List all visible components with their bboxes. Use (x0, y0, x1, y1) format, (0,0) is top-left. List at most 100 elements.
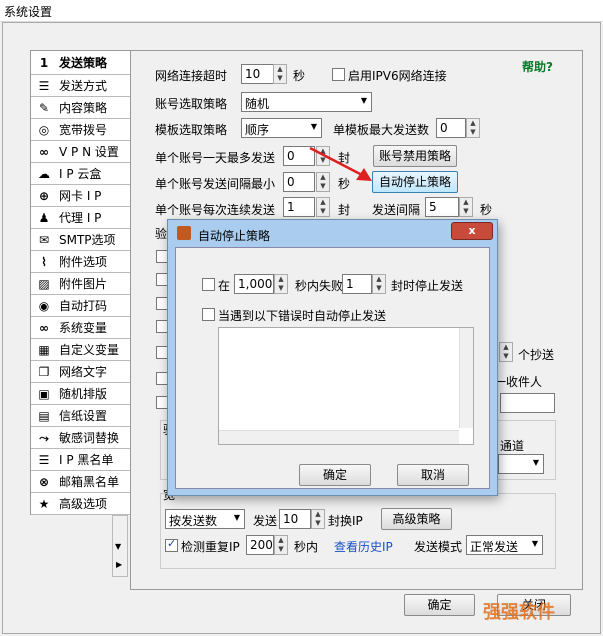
sidebar-item-label: 网卡 I P (59, 189, 102, 203)
layout-icon: ▣ (38, 386, 50, 401)
template-dropdown[interactable]: 顺序 (241, 118, 322, 138)
sidebar-item-label: 发送策略 (59, 56, 108, 70)
account-select-dropdown[interactable]: 随机 (241, 92, 372, 112)
sidebar-item-10[interactable]: ⌇ 附件选项 (31, 251, 131, 273)
timeout-spinner[interactable]: ▲ ▼ (273, 64, 287, 84)
send-interval-input[interactable]: 5 (425, 197, 459, 217)
sidebar-scrollbar[interactable]: ▼ ▶ (112, 515, 128, 577)
channel-dropdown[interactable] (498, 454, 544, 474)
send-interval-spinner[interactable]: ▲ ▼ (459, 197, 473, 217)
paper-icon: ▤ (38, 408, 50, 423)
send-mode-dropdown[interactable]: 正常发送 (466, 535, 543, 555)
template-max-spinner[interactable]: ▲ ▼ (466, 118, 480, 138)
sidebar-item-11[interactable]: ▨ 附件图片 (31, 273, 131, 295)
check-ip-checkbox[interactable] (165, 537, 178, 552)
sidebar-item-3[interactable]: ✎ 内容策略 (31, 97, 131, 119)
fail-count-input[interactable]: 1 (342, 274, 372, 294)
send-mode-count-dropdown[interactable]: 按发送数 (165, 509, 245, 529)
template-label: 模板选取策略 (155, 123, 228, 137)
consecutive-input[interactable]: 1 (283, 197, 315, 217)
network-icon: ⊕ (38, 188, 50, 203)
sidebar-item-6[interactable]: ☁ I P 云盒 (31, 163, 131, 185)
interval-label: 单个账号发送间隔最小 (155, 177, 276, 191)
sidebar-item-label: 宽带拨号 (59, 123, 108, 137)
stop-send-label: 封时停止发送 (391, 279, 464, 293)
error-stop-checkbox[interactable] (202, 308, 215, 321)
list-icon: ☰ (38, 78, 50, 93)
dialog-ok-button[interactable]: 确定 (299, 464, 371, 486)
sidebar-item-8[interactable]: ♟ 代理 I P (31, 207, 131, 229)
sidebar-item-12[interactable]: ◉ 自动打码 (31, 295, 131, 317)
scroll-right-icon[interactable]: ▶ (116, 560, 122, 569)
sidebar-item-15[interactable]: ❐ 网络文字 (31, 361, 131, 383)
error-list-textarea[interactable] (218, 327, 474, 445)
send-count-spinner[interactable]: ▲ ▼ (311, 509, 325, 529)
auto-stop-button[interactable]: 自动停止策略 (372, 171, 458, 193)
partial-label: 验 (155, 227, 168, 241)
textarea-hscroll[interactable] (219, 430, 459, 444)
recipient-input[interactable] (500, 393, 555, 413)
globe-icon: ◎ (38, 122, 50, 137)
sidebar-item-label: 系统变量 (59, 321, 108, 335)
check-ip-spinner[interactable]: ▲ ▼ (274, 535, 288, 555)
template-max-label: 单模板最大发送数 (333, 123, 430, 137)
cc-spinner[interactable]: ▲ ▼ (499, 342, 513, 362)
sidebar-item-19[interactable]: ☰ I P 黑名单 (31, 449, 131, 471)
sidebar-item-label: 高级选项 (59, 497, 108, 511)
check-ip-input[interactable]: 200 (246, 535, 274, 555)
recipient-label: 一收件人 (494, 375, 543, 389)
ipv6-label: 启用IPV6网络连接 (348, 69, 447, 83)
template-max-input[interactable]: 0 (436, 118, 466, 138)
blacklist-icon: ☰ (38, 452, 50, 467)
sidebar-item-17[interactable]: ▤ 信纸设置 (31, 405, 131, 427)
sidebar-item-16[interactable]: ▣ 随机排版 (31, 383, 131, 405)
sidebar-item-7[interactable]: ⊕ 网卡 I P (31, 185, 131, 207)
sidebar-item-4[interactable]: ◎ 宽带拨号 (31, 119, 131, 141)
sidebar-item-label: 邮箱黑名单 (59, 475, 120, 489)
infinity-icon: ∞ (39, 320, 49, 335)
star-icon: ★ (38, 496, 50, 511)
cc-label: 个抄送 (518, 348, 555, 362)
consecutive-seal-label: 封 (338, 203, 351, 217)
sidebar-item-label: I P 黑名单 (59, 453, 114, 467)
pencil-icon: ✎ (38, 100, 50, 115)
watermark-logo: 强强软件 (483, 602, 555, 623)
account-select-label: 账号选取策略 (155, 97, 228, 111)
sidebar-item-1[interactable]: 1 发送策略 (31, 51, 131, 75)
sidebar-item-9[interactable]: ✉ SMTP选项 (31, 229, 131, 251)
sidebar-item-13[interactable]: ∞ 系统变量 (31, 317, 131, 339)
scroll-down-icon[interactable]: ▼ (115, 542, 121, 551)
history-ip-link[interactable]: 查看历史IP (334, 538, 393, 555)
fail-count-spinner[interactable]: ▲ ▼ (372, 274, 386, 294)
dialog-close-icon[interactable]: x (451, 222, 493, 240)
window-title: 系统设置 (4, 5, 53, 19)
sidebar-item-5[interactable]: ∞ V P N 设置 (31, 141, 131, 163)
sidebar-item-2[interactable]: ☰ 发送方式 (31, 75, 131, 97)
send-interval-label: 发送间隔 (372, 203, 421, 217)
send-count-input[interactable]: 10 (279, 509, 311, 529)
replace-icon: ⤳ (39, 430, 49, 445)
advanced-strategy-button[interactable]: 高级策略 (381, 508, 452, 530)
fail-seconds-spinner[interactable]: ▲ ▼ (274, 274, 288, 294)
eye-icon: ◉ (38, 298, 50, 313)
fail-stop-checkbox[interactable] (202, 278, 215, 291)
error-stop-label: 当遇到以下错误时自动停止发送 (218, 309, 387, 323)
account-disable-button[interactable]: 账号禁用策略 (373, 145, 457, 167)
user-icon: ♟ (38, 210, 50, 225)
sidebar-item-14[interactable]: ▦ 自定义变量 (31, 339, 131, 361)
sidebar-item-label: 网络文字 (59, 365, 108, 379)
fail-seconds-input[interactable]: 1,000 (234, 274, 274, 294)
textarea-vscroll[interactable] (459, 328, 473, 428)
sidebar-item-label: 自动打码 (59, 299, 108, 313)
grid-icon: ▦ (38, 342, 50, 357)
ipv6-checkbox[interactable] (332, 68, 345, 81)
sidebar-item-18[interactable]: ⤳ 敏感词替换 (31, 427, 131, 449)
sidebar-item-label: 发送方式 (59, 79, 108, 93)
help-link[interactable]: 帮助? (522, 58, 553, 75)
sidebar-item-20[interactable]: ⊗ 邮箱黑名单 (31, 471, 131, 493)
consecutive-spinner[interactable]: ▲ ▼ (316, 197, 330, 217)
sidebar-item-21[interactable]: ★ 高级选项 (31, 493, 131, 515)
ok-button[interactable]: 确定 (404, 594, 475, 616)
dialog-title: 自动停止策略 (198, 229, 271, 243)
dialog-cancel-button[interactable]: 取消 (397, 464, 469, 486)
